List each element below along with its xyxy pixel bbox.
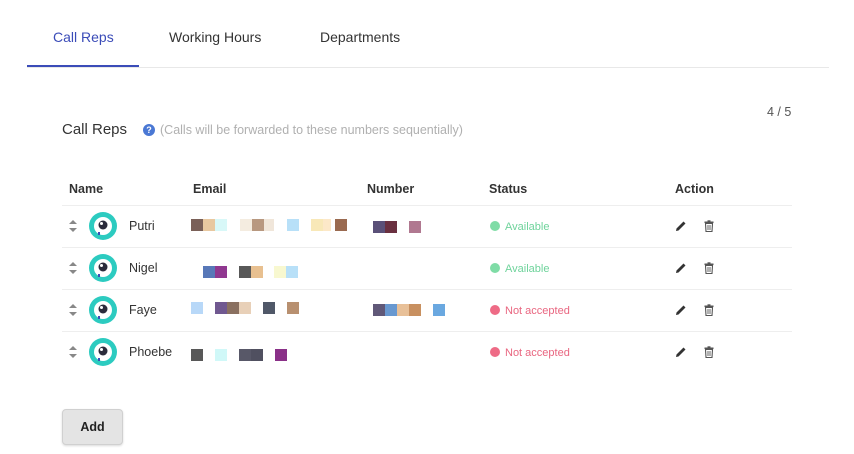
trash-icon[interactable] [703,262,715,274]
tab-bar: Call Reps Working Hours Departments [27,0,829,68]
status-label: Not accepted [505,305,570,317]
drag-handle-icon[interactable] [68,261,78,275]
add-rep-button[interactable]: Add [62,409,123,445]
drag-handle-icon[interactable] [68,345,78,359]
status-badge: Available [490,221,549,233]
tab-call-reps[interactable]: Call Reps [53,29,114,45]
column-header-status: Status [489,182,528,196]
status-badge: Not accepted [490,305,570,317]
status-dot [490,347,500,357]
section-title: Call Reps [62,121,128,138]
rep-name: Nigel [129,261,158,275]
status-dot [490,305,500,315]
pencil-icon[interactable] [675,304,687,316]
status-dot [490,221,500,231]
rep-name: Faye [129,303,157,317]
table-row: Faye Not accepted [62,290,792,332]
drag-handle-icon[interactable] [68,303,78,317]
question-circle-icon[interactable]: ? [143,124,155,136]
tab-departments[interactable]: Departments [320,29,400,45]
avatar [89,254,117,282]
column-header-email: Email [193,182,227,196]
column-header-action: Action [675,182,714,196]
section-hint: (Calls will be forwarded to these number… [160,123,463,137]
column-header-name: Name [69,182,104,196]
pencil-icon[interactable] [675,220,687,232]
avatar [89,338,117,366]
status-badge: Available [490,263,549,275]
status-dot [490,263,500,273]
trash-icon[interactable] [703,220,715,232]
pencil-icon[interactable] [675,346,687,358]
trash-icon[interactable] [703,346,715,358]
active-tab-indicator [27,65,139,67]
rep-name: Phoebe [129,345,173,359]
tab-working-hours[interactable]: Working Hours [169,29,261,45]
rep-counter: 4 / 5 [767,105,792,119]
avatar [89,212,117,240]
column-header-number: Number [367,182,415,196]
table-row: Putri Available [62,206,792,248]
table-row: Nigel Available [62,248,792,290]
trash-icon[interactable] [703,304,715,316]
status-label: Available [505,263,550,275]
avatar [89,296,117,324]
status-label: Not accepted [505,347,570,359]
status-label: Available [505,221,550,233]
drag-handle-icon[interactable] [68,219,78,233]
table-row: Phoebe Not accepted [62,332,792,374]
status-badge: Not accepted [490,347,570,359]
rep-name: Putri [129,219,155,233]
pencil-icon[interactable] [675,262,687,274]
